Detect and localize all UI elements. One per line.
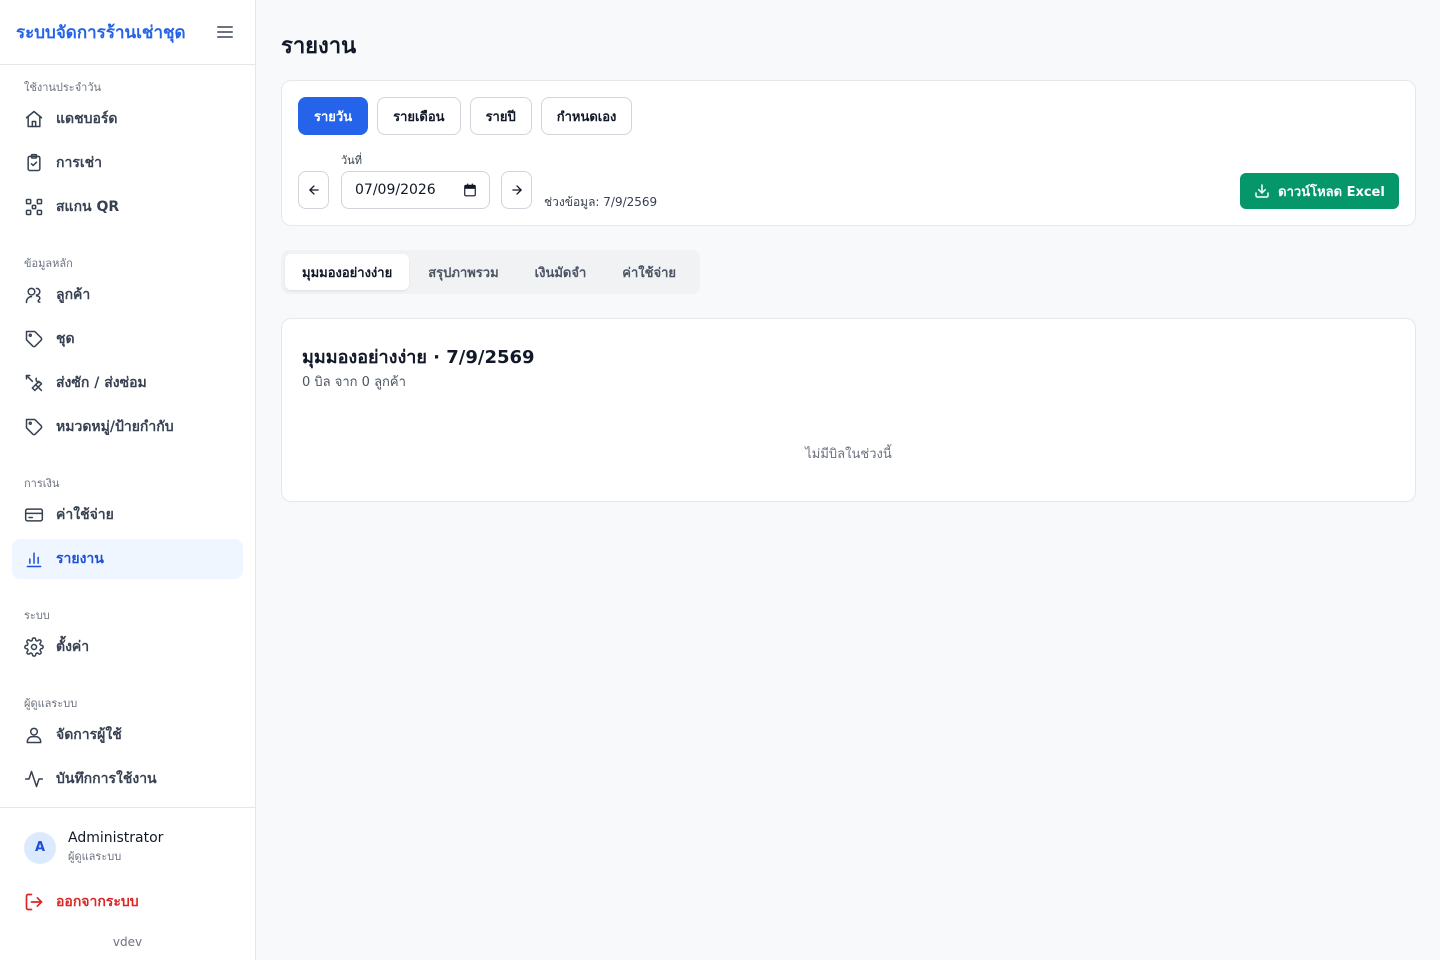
sidebar-header: ระบบจัดการร้านเช่าชุด bbox=[0, 0, 255, 65]
period-selector: รายวัน รายเดือน รายปี กำหนดเอง bbox=[298, 97, 633, 135]
sidebar-item[interactable]: จัดการผู้ใช้ bbox=[12, 715, 243, 755]
date-input[interactable]: 07/09/2026 bbox=[341, 171, 490, 209]
logout-label: ออกจากระบบ bbox=[56, 894, 139, 910]
report-tabs: มุมมองอย่างง่าย สรุปภาพรวม เงินมัดจำ ค่าใช้… bbox=[281, 250, 700, 294]
app-title[interactable]: ระบบจัดการร้านเช่าชุด bbox=[16, 19, 186, 46]
users-icon bbox=[25, 287, 41, 304]
user-info: A Administrator ผู้ดูแลระบบ bbox=[0, 808, 255, 865]
result-title: มุมมองอย่างง่าย · 7/9/2569 bbox=[302, 347, 535, 368]
sidebar-item-label: ลูกค้า bbox=[56, 287, 91, 303]
period-button[interactable]: รายวัน bbox=[298, 97, 369, 135]
tag-icon bbox=[25, 330, 43, 348]
sidebar-item-label: สแกน QR bbox=[56, 199, 120, 215]
filter-card: รายวัน รายเดือน รายปี กำหนดเอง วันที่ 07/09… bbox=[281, 80, 1416, 226]
sidebar-item-label: การเช่า bbox=[56, 155, 103, 171]
previous-date-button[interactable] bbox=[298, 171, 329, 209]
period-button[interactable]: กำหนดเอง bbox=[540, 97, 633, 135]
home-icon bbox=[25, 110, 43, 128]
arrow-right-icon bbox=[511, 185, 522, 195]
sidebar-item-label: ชุด bbox=[56, 331, 75, 347]
user-icon bbox=[26, 727, 42, 744]
sidebar-item[interactable]: การเช่า bbox=[12, 143, 243, 183]
report-tab[interactable]: สรุปภาพรวม bbox=[411, 254, 515, 290]
menu-toggle-icon[interactable] bbox=[217, 26, 233, 38]
sidebar-item[interactable]: ค่าใช้จ่าย bbox=[12, 495, 243, 535]
empty-state-message: ไม่มีบิลในช่วงนี้ bbox=[805, 447, 892, 462]
report-tab[interactable]: ค่าใช้จ่าย bbox=[605, 254, 693, 290]
sidebar-item-label: ค่าใช้จ่าย bbox=[56, 507, 114, 523]
period-button[interactable]: รายเดือน bbox=[377, 97, 461, 135]
report-tab[interactable]: เงินมัดจำ bbox=[518, 254, 604, 290]
sidebar-item[interactable]: ตั้งค่า bbox=[12, 627, 243, 667]
date-value: 07/09/2026 bbox=[355, 182, 436, 198]
logout-icon bbox=[25, 893, 43, 911]
nav-section-label: ใช้งานประจำวัน bbox=[24, 81, 102, 94]
download-icon bbox=[1255, 184, 1269, 198]
period-button[interactable]: รายปี bbox=[469, 97, 532, 135]
version-label: vdev bbox=[112, 935, 143, 949]
calendar-icon bbox=[464, 183, 476, 197]
activity-icon bbox=[24, 770, 44, 788]
sidebar-item[interactable]: ชุด bbox=[12, 319, 243, 359]
sidebar-item-label: หมวดหมู่/ป้ายกำกับ bbox=[56, 419, 174, 435]
user-name: Administrator bbox=[68, 830, 164, 846]
sidebar-item-label: จัดการผู้ใช้ bbox=[56, 727, 122, 743]
sidebar-item[interactable]: แดชบอร์ด bbox=[12, 99, 243, 139]
logout-button[interactable]: ออกจากระบบ bbox=[0, 891, 255, 913]
tag-icon bbox=[25, 418, 43, 436]
nav-section-label: การเงิน bbox=[24, 477, 60, 490]
qr-scan-icon bbox=[25, 198, 43, 216]
sidebar-item-label: บันทึกการใช้งาน bbox=[56, 771, 157, 787]
sidebar-item-label: ตั้งค่า bbox=[56, 639, 90, 655]
report-result-card: มุมมองอย่างง่าย · 7/9/2569 0 บิล จาก 0 ล… bbox=[281, 318, 1416, 502]
date-label: วันที่ bbox=[341, 154, 362, 167]
avatar: A bbox=[24, 831, 56, 864]
sidebar-item[interactable]: หมวดหมู่/ป้ายกำกับ bbox=[12, 407, 243, 447]
sidebar-item[interactable]: รายงาน bbox=[12, 539, 243, 579]
next-date-button[interactable] bbox=[501, 171, 532, 209]
sidebar: ระบบจัดการร้านเช่าชุด ใช้งานประจำวันแดชบ… bbox=[0, 0, 256, 960]
nav-section-label: ผู้ดูแลระบบ bbox=[24, 697, 78, 710]
sidebar-item-label: รายงาน bbox=[56, 551, 104, 567]
sidebar-nav: ใช้งานประจำวันแดชบอร์ดการเช่าสแกน QR ข้อม… bbox=[0, 65, 255, 799]
credit-card-icon bbox=[24, 508, 44, 522]
download-excel-label: ดาวน์โหลด Excel bbox=[1278, 184, 1385, 200]
clipboard-check-icon bbox=[27, 153, 41, 172]
sidebar-item[interactable]: ลูกค้า bbox=[12, 275, 243, 315]
sidebar-item[interactable]: สแกน QR bbox=[12, 187, 243, 227]
sidebar-item[interactable]: ส่งซัก / ส่งซ่อม bbox=[12, 363, 243, 403]
nav-section-label: ข้อมูลหลัก bbox=[24, 257, 73, 270]
sidebar-item[interactable]: บันทึกการใช้งาน bbox=[12, 759, 243, 799]
gear-icon bbox=[24, 637, 44, 657]
sidebar-item-label: แดชบอร์ด bbox=[56, 111, 118, 127]
user-role: ผู้ดูแลระบบ bbox=[68, 850, 122, 863]
result-subtitle: 0 บิล จาก 0 ลูกค้า bbox=[302, 375, 406, 390]
tools-icon bbox=[25, 374, 43, 392]
nav-section-label: ระบบ bbox=[24, 609, 50, 622]
report-tab[interactable]: มุมมองอย่างง่าย bbox=[285, 254, 410, 290]
download-excel-button[interactable]: ดาวน์โหลด Excel bbox=[1240, 173, 1399, 209]
bar-chart-icon bbox=[26, 552, 42, 568]
page-title: รายงาน bbox=[281, 34, 357, 59]
data-range-text: ช่วงข้อมูล: 7/9/2569 bbox=[544, 195, 658, 209]
sidebar-item-label: ส่งซัก / ส่งซ่อม bbox=[56, 375, 147, 391]
sidebar-footer: A Administrator ผู้ดูแลระบบ ออกจากระบบ v… bbox=[0, 807, 255, 960]
arrow-left-icon bbox=[308, 185, 319, 195]
